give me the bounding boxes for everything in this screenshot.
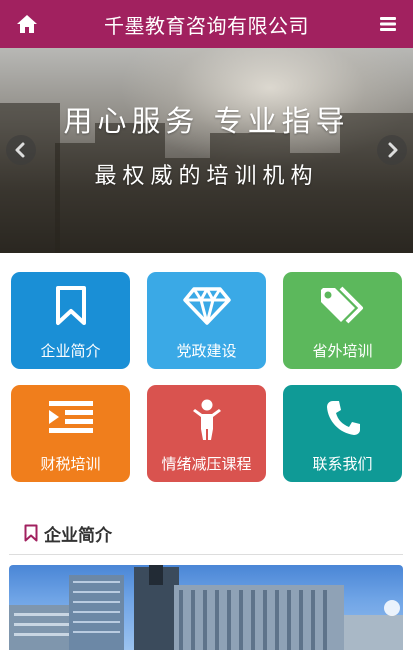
tile-party-building[interactable]: 党政建设 — [147, 272, 266, 369]
tile-out-of-province[interactable]: 省外培训 — [283, 272, 402, 369]
indent-icon — [48, 401, 93, 433]
home-button[interactable] — [16, 14, 38, 34]
tile-company-intro[interactable]: 企业简介 — [11, 272, 130, 369]
child-icon — [192, 399, 221, 440]
tile-icon-wrap — [283, 399, 402, 441]
company-building-photo — [9, 565, 403, 650]
menu-button[interactable] — [380, 16, 396, 32]
bookmark-outline-icon — [24, 524, 38, 542]
tile-stress-relief[interactable]: 情绪减压课程 — [147, 385, 266, 482]
chevron-right-icon — [388, 142, 398, 158]
tile-finance-tax[interactable]: 财税培训 — [11, 385, 130, 482]
tile-label: 情绪减压课程 — [161, 455, 252, 473]
building-illustration — [9, 565, 403, 650]
tile-label: 财税培训 — [40, 455, 101, 473]
banner-headline: 用心服务 专业指导 — [63, 104, 350, 138]
section-heading: 企业简介 — [24, 520, 112, 546]
tile-contact-us[interactable]: 联系我们 — [283, 385, 402, 482]
home-icon — [17, 15, 37, 33]
section-divider — [9, 554, 403, 555]
bookmark-icon — [55, 286, 86, 325]
tile-icon-wrap — [147, 399, 266, 441]
top-header: 千墨教育咨询有限公司 — [0, 0, 413, 48]
carousel-next-button[interactable] — [377, 135, 407, 165]
tile-label: 企业简介 — [40, 342, 101, 360]
phone-icon — [326, 401, 360, 435]
banner-carousel[interactable]: 用心服务 专业指导 最权威的培训机构 — [0, 48, 413, 253]
banner-subline: 最权威的培训机构 — [94, 164, 319, 189]
site-title: 千墨教育咨询有限公司 — [104, 13, 309, 38]
tile-label: 省外培训 — [312, 342, 373, 360]
tile-label: 党政建设 — [176, 342, 237, 360]
tile-icon-wrap — [283, 286, 402, 328]
tile-icon-wrap — [147, 286, 266, 328]
tile-icon-wrap — [11, 399, 130, 441]
menu-icon — [380, 17, 396, 31]
tile-icon-wrap — [11, 286, 130, 328]
diamond-icon — [182, 287, 231, 325]
carousel-prev-button[interactable] — [6, 135, 36, 165]
page: 千墨教育咨询有限公司 用心服务 专业指导 最权威的培训机构 企业简介 党政建设 … — [0, 0, 413, 650]
tile-label: 联系我们 — [312, 455, 373, 473]
banner-building — [210, 133, 290, 253]
chevron-left-icon — [15, 142, 25, 158]
section-title-text: 企业简介 — [44, 525, 112, 546]
tags-icon — [320, 286, 363, 324]
